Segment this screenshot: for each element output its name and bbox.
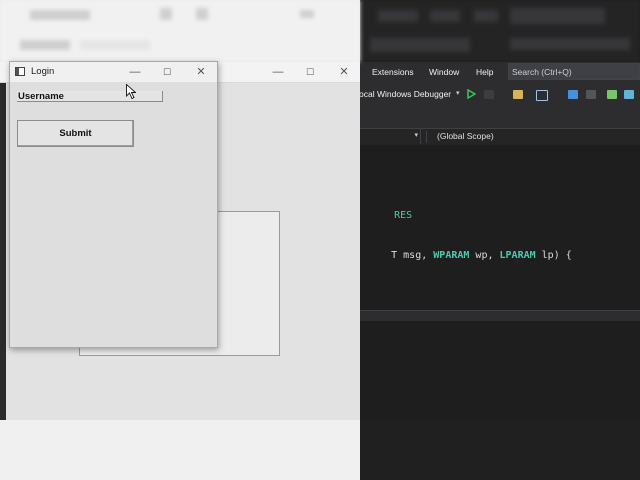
- menu-help[interactable]: Help: [476, 67, 493, 77]
- project-dropdown[interactable]: ▾: [360, 129, 421, 144]
- code-line-signature: T msg, WPARAM wp, LPARAM lp) {: [391, 250, 572, 261]
- comment-icon[interactable]: [607, 90, 617, 99]
- uncomment-icon[interactable]: [624, 90, 634, 99]
- taskbar-area: [0, 420, 360, 480]
- vs-toolbar: ocal Windows Debugger ▾: [359, 82, 640, 107]
- vs-search-placeholder: Search (Ctrl+Q): [512, 67, 572, 77]
- bookmark-icon[interactable]: [586, 90, 596, 99]
- maximize-icon[interactable]: ☐: [157, 64, 177, 80]
- minimize-icon[interactable]: —: [125, 64, 145, 80]
- code-editor[interactable]: RES T msg, WPARAM wp, LPARAM lp) {: [360, 145, 640, 310]
- visual-studio-window: Extensions Window Help Search (Ctrl+Q) o…: [359, 0, 640, 480]
- menu-window[interactable]: Window: [429, 67, 459, 77]
- chevron-down-icon: ▾: [414, 132, 418, 139]
- bg-close-icon[interactable]: ✕: [334, 64, 354, 80]
- step-icon[interactable]: [484, 90, 494, 99]
- submit-button[interactable]: Submit: [17, 120, 134, 147]
- vs-blurred-header: [360, 0, 640, 62]
- bg-maximize-icon[interactable]: ☐: [300, 64, 320, 80]
- play-icon[interactable]: [467, 89, 476, 99]
- vs-search-box[interactable]: Search (Ctrl+Q): [508, 63, 640, 80]
- login-window: Login — ☐ ✕ Username Submit: [9, 61, 218, 348]
- debugger-target-dropdown[interactable]: ocal Windows Debugger: [359, 89, 451, 99]
- username-field[interactable]: Username: [17, 91, 163, 102]
- folder-icon[interactable]: [513, 90, 523, 99]
- output-pane: [360, 321, 640, 421]
- close-icon[interactable]: ✕: [191, 64, 211, 80]
- window-layout-icon[interactable]: [536, 90, 548, 101]
- cursor-arrow-icon: [126, 84, 136, 100]
- vs-status-area: [360, 421, 640, 480]
- menu-extensions[interactable]: Extensions: [372, 67, 414, 77]
- align-icon[interactable]: [568, 90, 578, 99]
- bg-minimize-icon[interactable]: —: [268, 64, 288, 80]
- background-blurred-header: [0, 0, 360, 62]
- vs-navigation-bar: ▾ (Global Scope): [360, 128, 640, 146]
- vs-tab-strip: [360, 106, 640, 128]
- debugger-dropdown-arrow-icon[interactable]: ▾: [456, 89, 460, 97]
- scope-dropdown[interactable]: (Global Scope): [426, 131, 640, 143]
- login-titlebar[interactable]: Login — ☐ ✕: [10, 62, 217, 82]
- login-window-title: Login: [31, 66, 55, 77]
- code-line-macro: RES: [394, 210, 413, 221]
- app-window-icon: [15, 67, 25, 76]
